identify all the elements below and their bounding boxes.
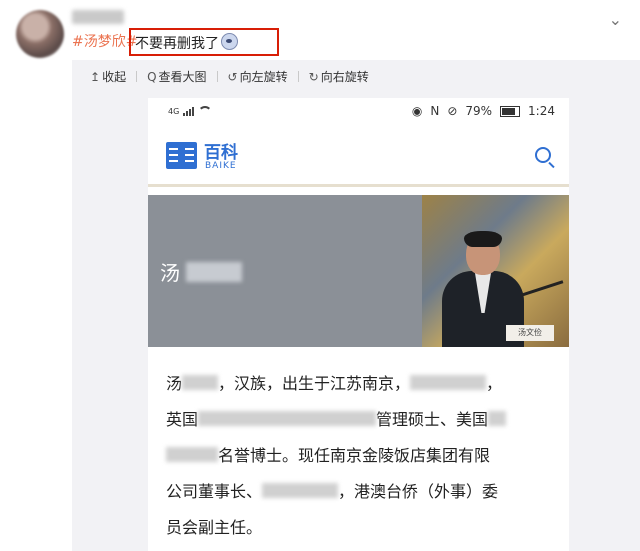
baike-logo-text: 百科 [204, 143, 238, 163]
collapse-button[interactable]: ↥ 收起 [90, 68, 126, 85]
redacted-name [186, 261, 242, 282]
person-hair [464, 231, 502, 247]
article-body: 汤 ，汉族，出生于江苏南京， ， 英国 管理硕士、美国 名誉博士。现任南京金陵饭店集团… [166, 366, 561, 546]
view-large-button[interactable]: Q 查看大图 [147, 68, 206, 85]
battery-percent: 79% [465, 104, 493, 118]
rotate-left-label: 向左旋转 [239, 70, 288, 84]
post-message: 不要再删我了 [135, 33, 238, 54]
image-toolbar: ↥ 收起 Q 查看大图 ↺ 向左旋转 ↻ 向右旋转 [90, 68, 379, 85]
rotate-left-button[interactable]: ↺ 向左旋转 [228, 68, 288, 85]
phone-status-bar: 4G ◉ N ⊘ 79% 1:24 [148, 98, 569, 128]
wifi-icon [198, 106, 213, 116]
text-segment: 管理硕士、美国 [376, 410, 489, 429]
rotate-right-icon: ↻ [308, 69, 319, 84]
toolbar-divider [136, 71, 138, 82]
baike-logo-sub: BAIKE [205, 161, 237, 171]
clock: 1:24 [528, 104, 555, 118]
baike-header: 百科 BAIKE [148, 128, 569, 187]
chevron-down-icon[interactable]: ⌄ [609, 10, 622, 29]
rotate-left-icon: ↺ [227, 69, 238, 84]
search-icon [535, 147, 551, 163]
article-line: 名誉博士。现任南京金陵饭店集团有限 [166, 438, 561, 474]
battery-icon [500, 105, 521, 117]
redacted-text [182, 375, 219, 390]
article-line: 员会副主任。 [166, 510, 561, 546]
redacted-text [488, 411, 507, 426]
nameplate: 汤文俭 [506, 325, 554, 341]
search-icon: Q [147, 69, 157, 84]
eye-icon: ◉ [411, 104, 423, 118]
redacted-text [262, 483, 339, 498]
hashtag-link[interactable]: #汤梦欣# [72, 34, 137, 50]
toolbar-divider [297, 71, 299, 82]
crying-emoji-icon [221, 33, 238, 50]
toolbar-divider [216, 71, 218, 82]
text-segment: ，汉族，出生于江苏南京， [218, 374, 411, 393]
signal-icon [183, 107, 195, 116]
text-segment: 公司董事长、 [166, 482, 263, 501]
post-text: #汤梦欣# [72, 32, 137, 52]
text-segment: 汤 [166, 374, 183, 393]
text-segment: ，港澳台侨（外事）委 [338, 482, 499, 501]
rotate-right-label: 向右旋转 [320, 70, 369, 84]
text-segment: ， [486, 374, 503, 393]
hero-name: 汤 [160, 257, 242, 286]
article-line: 英国 管理硕士、美国 [166, 402, 561, 438]
hero-name-text: 汤 [160, 261, 180, 285]
mute-icon: ⊘ [447, 104, 458, 118]
text-segment: 名誉博士。现任南京金陵饭店集团有限 [218, 446, 491, 465]
signal-group: 4G [168, 106, 213, 116]
microphone [520, 280, 564, 297]
status-right: ◉ N ⊘ 79% 1:24 [412, 104, 555, 118]
network-label: 4G [168, 107, 180, 116]
baike-logo-icon [166, 142, 197, 169]
image-viewer-panel: ↥ 收起 Q 查看大图 ↺ 向左旋转 ↻ 向右旋转 4G ◉ N ⊘ 79% 1… [72, 60, 640, 551]
article-line: 汤 ，汉族，出生于江苏南京， ， [166, 366, 561, 402]
hero-photo: 汤文俭 [422, 195, 569, 347]
avatar[interactable] [16, 10, 64, 58]
redacted-text [166, 447, 218, 462]
text-segment: 英国 [166, 410, 199, 429]
collapse-icon: ↥ [90, 69, 101, 84]
collapse-label: 收起 [102, 70, 127, 84]
message-text: 不要再删我了 [135, 36, 219, 52]
nfc-icon: N [430, 104, 440, 118]
text-segment: 员会副主任。 [166, 518, 263, 537]
rotate-right-button[interactable]: ↻ 向右旋转 [309, 68, 369, 85]
article-line: 公司董事长、 ，港澳台侨（外事）委 [166, 474, 561, 510]
hero-banner: 汤 汤文俭 [148, 195, 569, 347]
view-large-label: 查看大图 [158, 70, 207, 84]
redacted-text [410, 375, 487, 390]
screenshot-image[interactable]: 4G ◉ N ⊘ 79% 1:24 百科 BAIKE 汤 汤文俭 汤 ，汉族，出… [148, 98, 569, 551]
redacted-text [198, 411, 377, 426]
username-blurred[interactable] [72, 10, 124, 24]
